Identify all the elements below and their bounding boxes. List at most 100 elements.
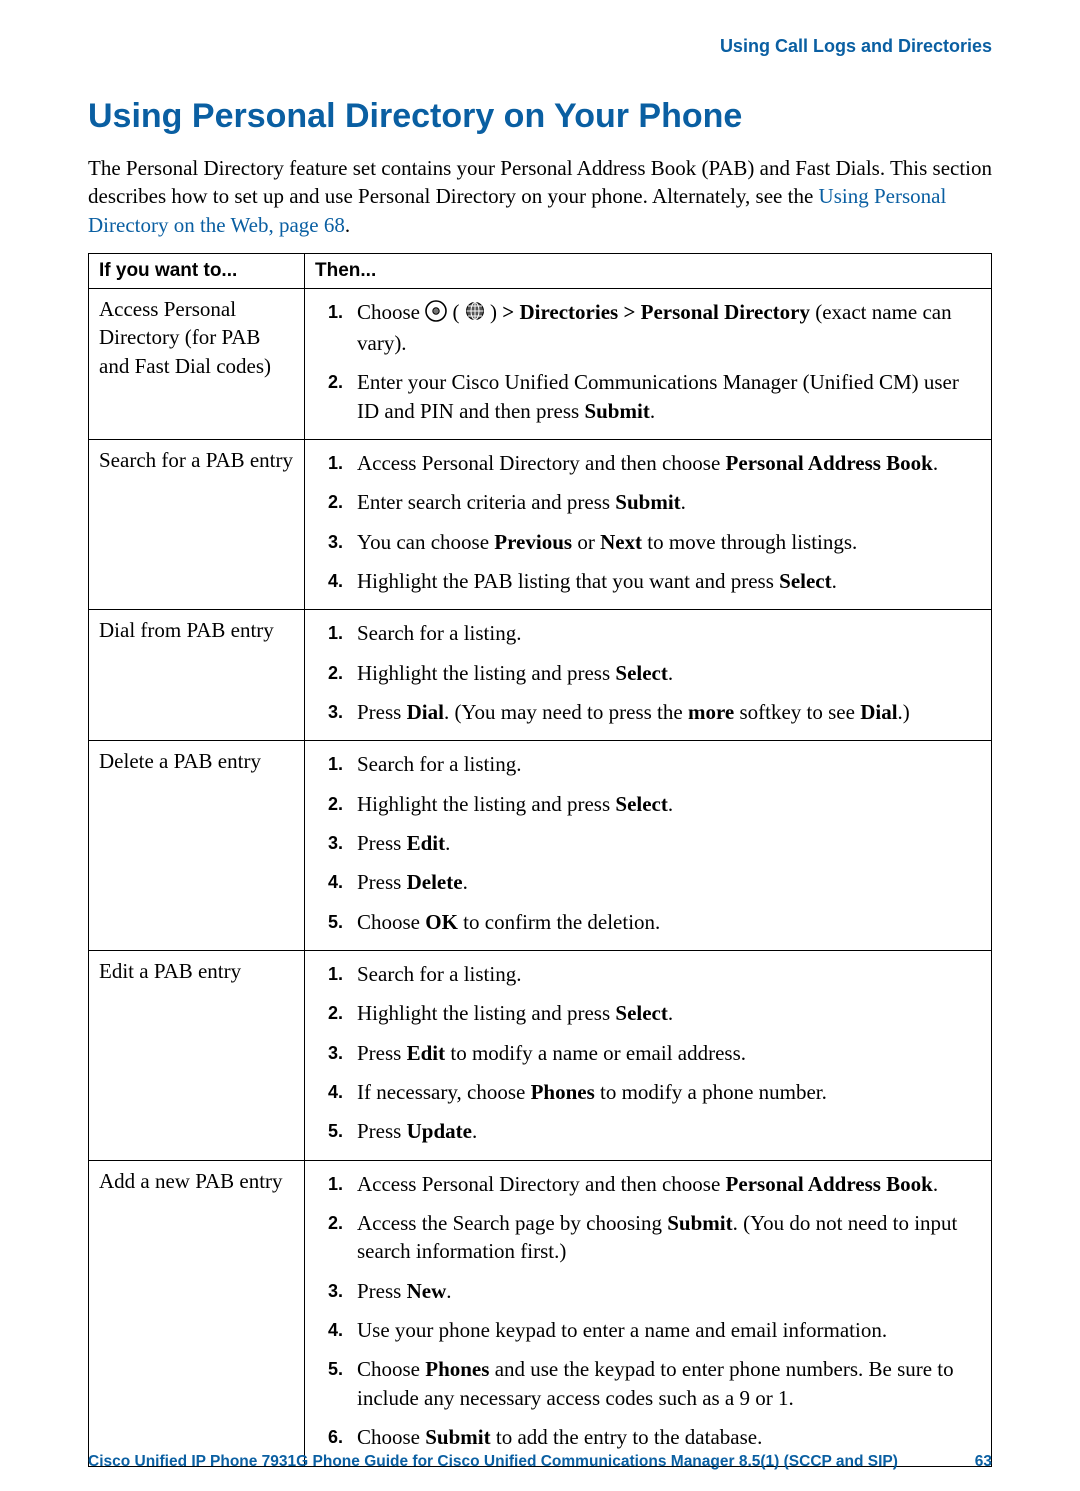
step-text: .	[472, 1119, 477, 1143]
task-name: Edit a PAB entry	[89, 951, 305, 1161]
step: If necessary, choose Phones to modify a …	[349, 1075, 979, 1114]
task-steps: Choose ( ) > Directories > Personal Dire…	[305, 289, 992, 440]
step-text: Enter search criteria and press	[357, 490, 615, 514]
steps-list: Access Personal Directory and then choos…	[315, 1167, 979, 1460]
table-head-if: If you want to...	[89, 254, 305, 289]
step-text: Access Personal Directory and then choos…	[357, 1172, 726, 1196]
step: Enter your Cisco Unified Communications …	[349, 365, 979, 433]
step-text: Highlight the listing and press	[357, 792, 615, 816]
task-name: Delete a PAB entry	[89, 741, 305, 951]
step-text: .	[446, 1279, 451, 1303]
table-row: Edit a PAB entry Search for a listing. Hig…	[89, 951, 992, 1161]
task-steps: Search for a listing. Highlight the listi…	[305, 741, 992, 951]
task-name: Search for a PAB entry	[89, 439, 305, 609]
step: Press Dial. (You may need to press the m…	[349, 695, 979, 734]
step: Highlight the listing and press Select.	[349, 787, 979, 826]
task-name: Access Personal Directory (for PAB and F…	[89, 289, 305, 440]
step-text: .	[668, 1001, 673, 1025]
step-bold: Select	[779, 569, 831, 593]
step-text: Search for a listing.	[357, 962, 521, 986]
step-text: .	[668, 661, 673, 685]
footer-text: Cisco Unified IP Phone 7931G Phone Guide…	[88, 1453, 898, 1470]
step-text: Highlight the PAB listing that you want …	[357, 569, 779, 593]
step-bold: Submit	[667, 1211, 732, 1235]
steps-list: Search for a listing. Highlight the listi…	[315, 616, 979, 734]
step-bold: Edit	[407, 1041, 446, 1065]
step-bold: Personal Address Book	[726, 1172, 933, 1196]
step-text: Press	[357, 1119, 407, 1143]
step: Choose OK to confirm the deletion.	[349, 905, 979, 944]
running-head: Using Call Logs and Directories	[88, 36, 992, 57]
step: Press Update.	[349, 1114, 979, 1153]
step-bold: Select	[615, 661, 667, 685]
step: Highlight the listing and press Select.	[349, 996, 979, 1035]
step-bold: Update	[407, 1119, 472, 1143]
step: Highlight the PAB listing that you want …	[349, 564, 979, 603]
step-bold: Edit	[407, 831, 446, 855]
step: Search for a listing.	[349, 957, 979, 996]
steps-list: Search for a listing. Highlight the listi…	[315, 957, 979, 1154]
step: You can choose Previous or Next to move …	[349, 525, 979, 564]
step: Choose ( ) > Directories > Personal Dire…	[349, 295, 979, 365]
page-title: Using Personal Directory on Your Phone	[88, 97, 992, 136]
step-bold: Personal Address Book	[726, 451, 933, 475]
step-bold: Delete	[407, 870, 463, 894]
step-text: .	[463, 870, 468, 894]
step-text: to add the entry to the database.	[491, 1425, 763, 1449]
step-text: Press	[357, 1041, 407, 1065]
step-text: Press	[357, 831, 407, 855]
step-text: Search for a listing.	[357, 621, 521, 645]
step-bold: > Directories > Personal Directory	[502, 300, 810, 324]
step-text: Choose	[357, 910, 425, 934]
step-bold: Phones	[531, 1080, 595, 1104]
step-text: If necessary, choose	[357, 1080, 531, 1104]
step-bold: Submit	[615, 490, 680, 514]
step-text: . (You may need to press the	[444, 700, 688, 724]
page: Using Call Logs and Directories Using Pe…	[0, 0, 1080, 1491]
step-text: .	[445, 831, 450, 855]
step-bold: Next	[600, 530, 642, 554]
step-text: .	[933, 1172, 938, 1196]
step: Highlight the listing and press Select.	[349, 656, 979, 695]
task-steps: Access Personal Directory and then choos…	[305, 439, 992, 609]
step-text: Choose	[357, 300, 425, 324]
step-bold: OK	[425, 910, 458, 934]
step-text: Access the Search page by choosing	[357, 1211, 667, 1235]
step-text: Enter your Cisco Unified Communications …	[357, 370, 959, 422]
step-text: to move through listings.	[642, 530, 857, 554]
step-text: .	[681, 490, 686, 514]
step-text: Choose	[357, 1357, 425, 1381]
step: Choose Phones and use the keypad to ente…	[349, 1352, 979, 1420]
step-text: .	[668, 792, 673, 816]
step-text: Highlight the listing and press	[357, 661, 615, 685]
step-text: Press	[357, 1279, 407, 1303]
task-steps: Access Personal Directory and then choos…	[305, 1160, 992, 1466]
page-number: 63	[975, 1453, 992, 1471]
step-text: Search for a listing.	[357, 752, 521, 776]
step-text: .	[933, 451, 938, 475]
step-bold: New	[407, 1279, 447, 1303]
step-text: .	[650, 399, 655, 423]
table-row: Search for a PAB entry Access Personal Di…	[89, 439, 992, 609]
step-text: )	[490, 300, 502, 324]
step: Press Delete.	[349, 865, 979, 904]
step-text: softkey to see	[734, 700, 860, 724]
step-bold: Submit	[584, 399, 649, 423]
step: Access the Search page by choosing Submi…	[349, 1206, 979, 1274]
intro-paragraph: The Personal Directory feature set conta…	[88, 154, 992, 239]
step-text: Press	[357, 870, 407, 894]
step-text: Access Personal Directory and then choos…	[357, 451, 726, 475]
step-text: or	[572, 530, 600, 554]
intro-text-2: .	[345, 213, 350, 237]
step-text: to confirm the deletion.	[458, 910, 660, 934]
step-text: (	[453, 300, 465, 324]
step-bold: Submit	[425, 1425, 490, 1449]
step-text: Press	[357, 700, 407, 724]
tasks-table: If you want to... Then... Access Persona…	[88, 253, 992, 1466]
globe-icon	[465, 300, 485, 328]
step: Enter search criteria and press Submit.	[349, 485, 979, 524]
step-text: to modify a name or email address.	[445, 1041, 746, 1065]
step-bold: Dial	[407, 700, 444, 724]
footer: Cisco Unified IP Phone 7931G Phone Guide…	[88, 1453, 992, 1471]
step-bold: Phones	[425, 1357, 489, 1381]
